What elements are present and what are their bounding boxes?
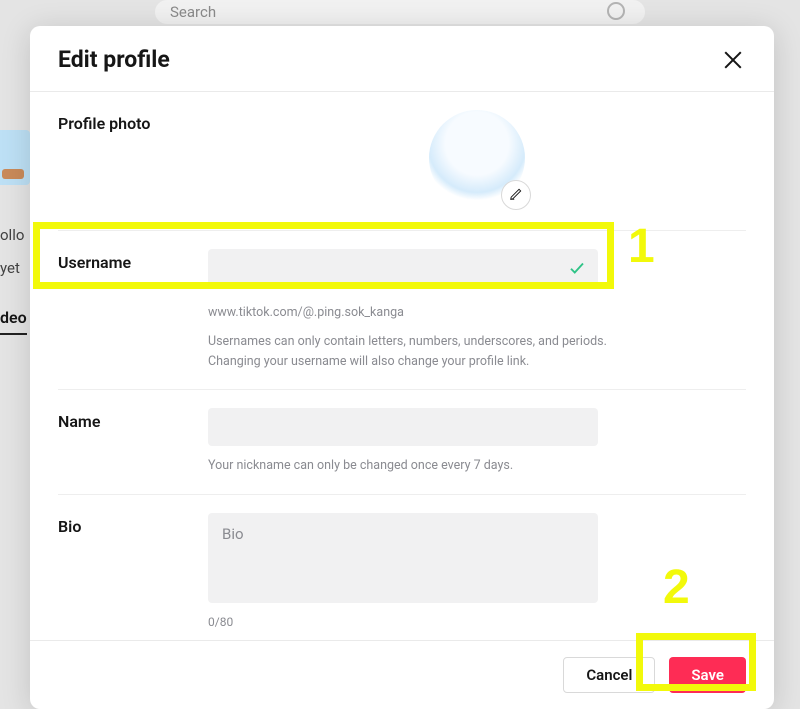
- pencil-icon: [509, 186, 523, 205]
- close-icon[interactable]: [720, 47, 746, 73]
- search-icon: [607, 2, 625, 20]
- modal-header: Edit profile: [30, 26, 774, 92]
- username-label: Username: [58, 249, 208, 371]
- username-url: www.tiktok.com/@.ping.sok_kanga: [208, 303, 608, 322]
- modal-title: Edit profile: [58, 46, 170, 73]
- save-button[interactable]: Save: [669, 657, 746, 693]
- modal-footer: Cancel Save: [30, 640, 774, 709]
- username-help: Usernames can only contain letters, numb…: [208, 332, 608, 371]
- checkmark-icon: [568, 259, 586, 277]
- bg-tab-video: deo: [0, 308, 27, 335]
- profile-photo-section: Profile photo: [58, 92, 746, 231]
- search-placeholder-bg: Search: [170, 3, 216, 21]
- profile-photo-label: Profile photo: [58, 110, 208, 212]
- search-input-bg[interactable]: Search: [155, 0, 645, 24]
- name-help: Your nickname can only be changed once e…: [208, 456, 608, 475]
- bg-text-follow: ollo: [0, 226, 24, 244]
- name-input[interactable]: [208, 408, 598, 446]
- bio-section: Bio 0/80: [58, 495, 746, 641]
- edit-avatar-button[interactable]: [501, 180, 531, 210]
- bio-input[interactable]: [208, 513, 598, 603]
- name-label: Name: [58, 408, 208, 475]
- bg-profile-avatar: [0, 130, 30, 185]
- annotation-number-2: 2: [663, 560, 688, 615]
- modal-body: Profile photo Username: [30, 92, 774, 640]
- bg-text-yet: yet: [0, 259, 20, 277]
- bio-counter: 0/80: [208, 615, 746, 629]
- avatar: [429, 110, 525, 206]
- annotation-number-1: 1: [628, 219, 653, 274]
- bio-label: Bio: [58, 513, 208, 629]
- username-input[interactable]: [208, 249, 598, 287]
- cancel-button[interactable]: Cancel: [563, 657, 655, 693]
- name-section: Name Your nickname can only be changed o…: [58, 390, 746, 494]
